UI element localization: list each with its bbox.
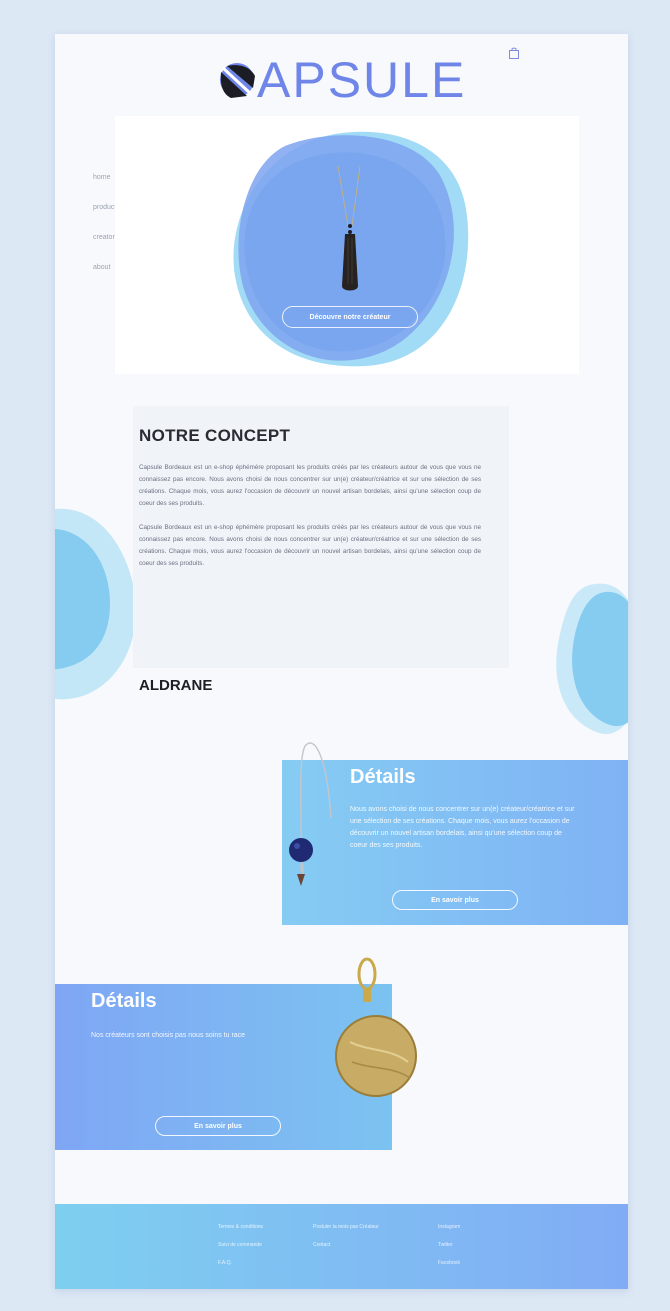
footer-link[interactable]: Contact bbox=[313, 1242, 379, 1248]
footer-link[interactable]: Twitter bbox=[438, 1242, 460, 1248]
logo[interactable]: APSULE bbox=[217, 52, 466, 108]
learn-more-button[interactable]: En savoir plus bbox=[392, 890, 518, 910]
footer-link[interactable]: Suivi de commande bbox=[218, 1242, 263, 1248]
footer-col-legal: Termes & conditions Suivi de commande F.… bbox=[218, 1224, 263, 1278]
page: APSULE home products creators about Déco… bbox=[55, 34, 628, 1289]
discover-creator-button[interactable]: Découvre notre créateur bbox=[282, 306, 418, 328]
footer-link[interactable]: Facebook bbox=[438, 1260, 460, 1266]
footer-link[interactable]: Postuler la mois pas Créateur bbox=[313, 1224, 379, 1230]
footer-col-contact: Postuler la mois pas Créateur Contact bbox=[313, 1224, 379, 1260]
earring-image bbox=[289, 742, 332, 886]
concept-paragraph: Capsule Bordeaux est un e-shop éphémère … bbox=[139, 524, 481, 567]
left-decorative-blob bbox=[55, 508, 137, 700]
footer-link[interactable]: F.A.Q. bbox=[218, 1260, 263, 1266]
card-text: Nous avons choisi de nous concentrer sur… bbox=[350, 806, 575, 849]
footer-link[interactable]: Termes & conditions bbox=[218, 1224, 263, 1230]
learn-more-button[interactable]: En savoir plus bbox=[155, 1116, 281, 1136]
right-decorative-blob bbox=[556, 583, 628, 734]
card-title: Détails bbox=[91, 990, 157, 1012]
card-text: Nos créateurs sont choisis pas nous soin… bbox=[91, 1032, 246, 1039]
creator-name: ALDRANE bbox=[139, 677, 213, 694]
logo-mark-icon bbox=[220, 63, 255, 98]
card-title: Détails bbox=[350, 766, 416, 788]
footer-col-social: Instagram Twitter Facebook bbox=[438, 1224, 460, 1278]
shopping-bag-icon[interactable] bbox=[507, 46, 521, 60]
concept-title: NOTRE CONCEPT bbox=[139, 426, 291, 445]
logo-text: APSULE bbox=[257, 52, 467, 108]
concept-text: Capsule Bordeaux est un e-shop éphémère … bbox=[139, 462, 481, 582]
concept-paragraph: Capsule Bordeaux est un e-shop éphémère … bbox=[139, 464, 481, 507]
necklace-image bbox=[337, 166, 361, 291]
gold-pendant-image bbox=[335, 957, 417, 1097]
footer: Termes & conditions Suivi de commande F.… bbox=[55, 1204, 628, 1289]
footer-link[interactable]: Instagram bbox=[438, 1224, 460, 1230]
